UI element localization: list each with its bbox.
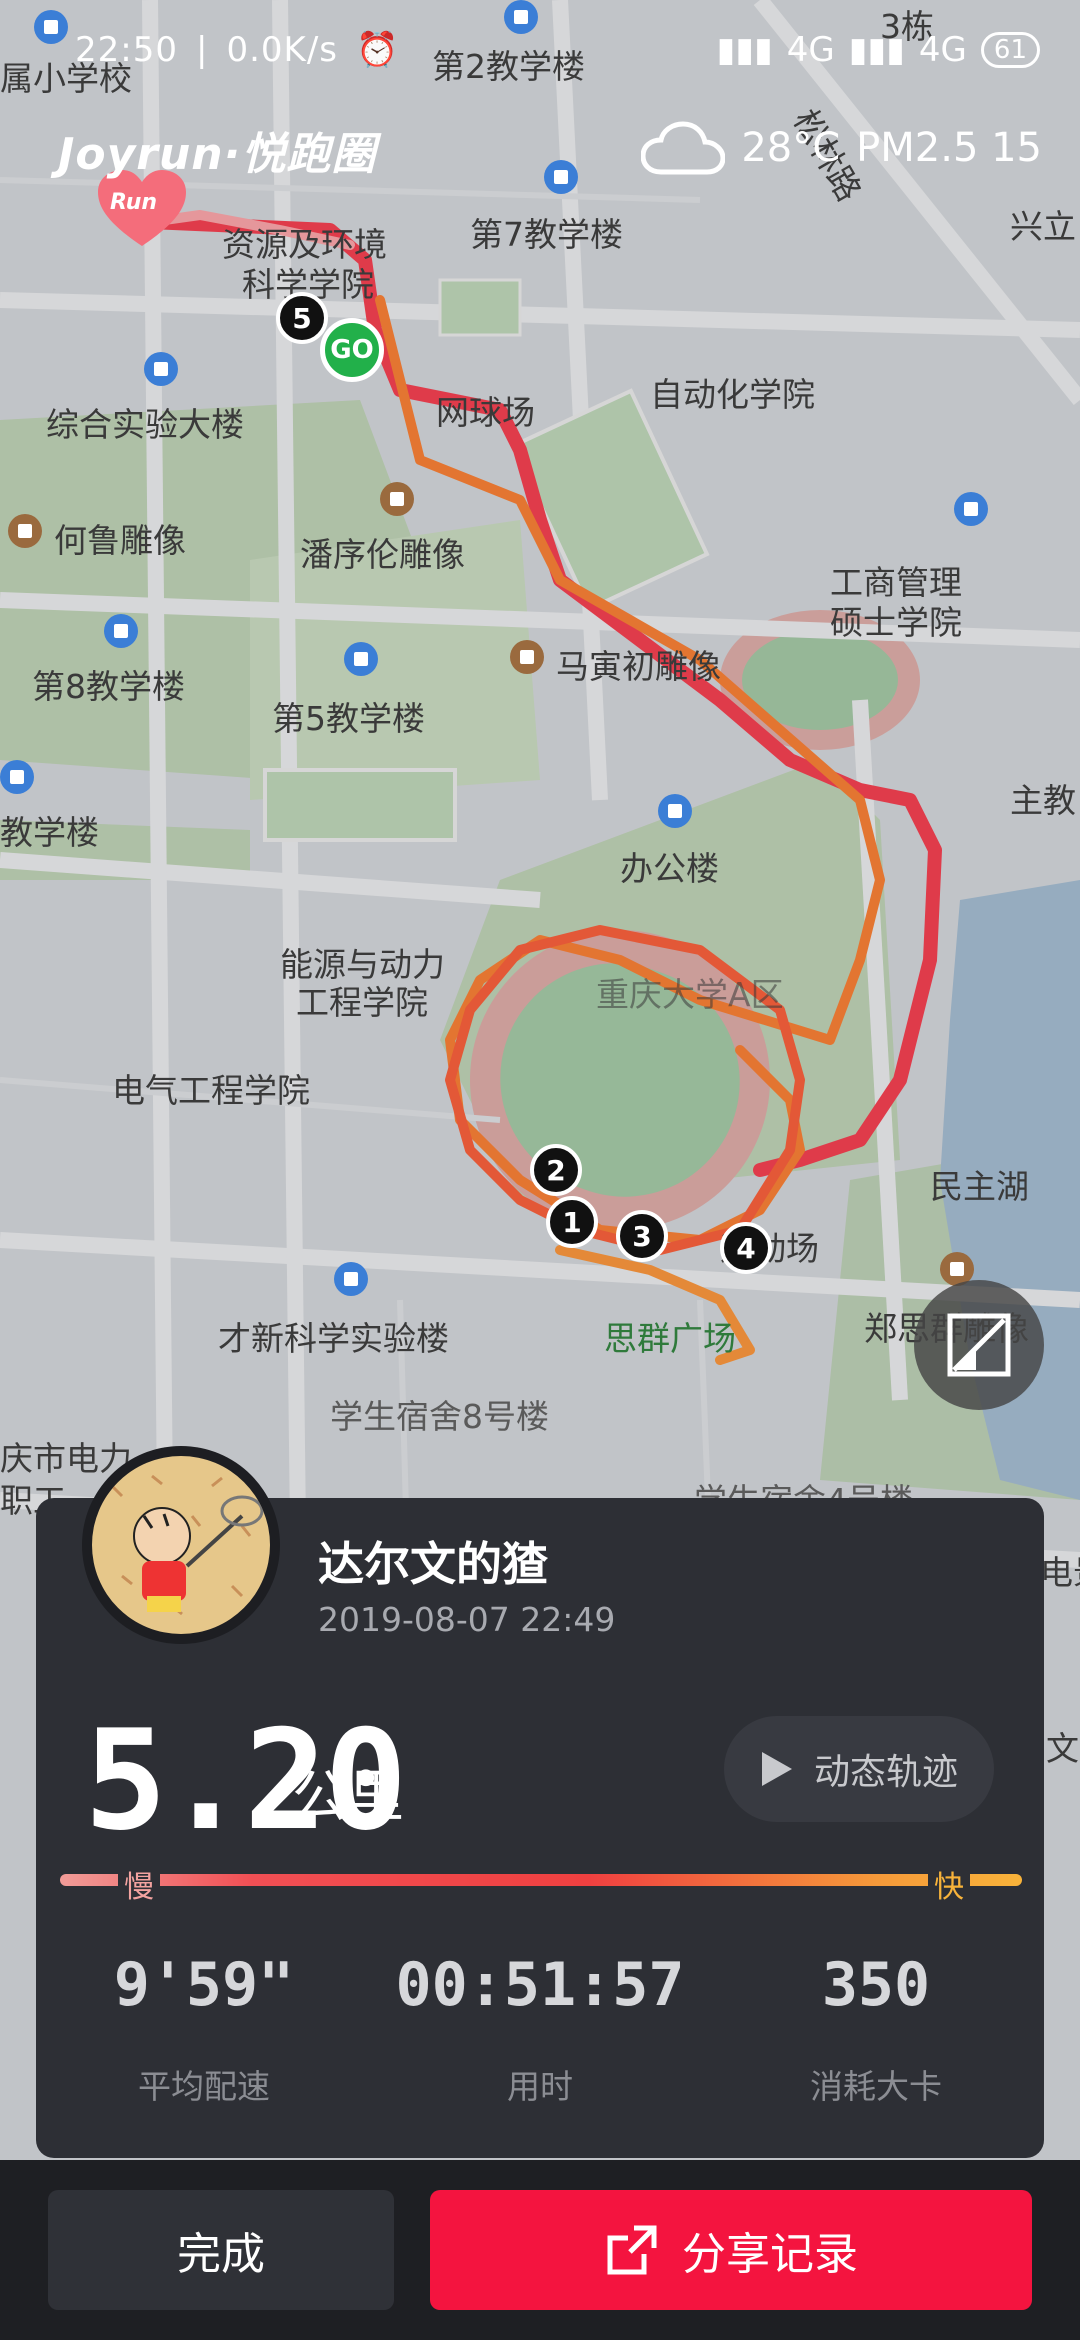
stat-duration: 00:51:57 用时 [390, 1950, 690, 2108]
km-marker[interactable]: 3 [616, 1210, 668, 1262]
avatar-image [92, 1456, 270, 1634]
map-label: 民主湖 [930, 1167, 1029, 1206]
poi-statue-icon [380, 482, 414, 516]
poi-building-icon [104, 614, 138, 648]
map-label: 硕士学院 [830, 603, 962, 642]
network-label: 4G [918, 30, 967, 70]
done-button[interactable]: 完成 [48, 2190, 394, 2310]
duration-value: 00:51:57 [395, 1950, 685, 2020]
km-marker[interactable]: 5 [276, 292, 328, 344]
map-label: 兴立 [1010, 207, 1076, 246]
weather-temp: 28°C [741, 125, 841, 171]
share-record-button[interactable]: 分享记录 [430, 2190, 1032, 2310]
pace-gradient-bar [60, 1874, 1022, 1886]
poi-building-icon [0, 760, 34, 794]
weather-info: 28°C PM2.5 15 [641, 120, 1042, 176]
km-marker[interactable]: 2 [530, 1144, 582, 1196]
map-label: 马寅初雕像 [556, 647, 721, 686]
signal-icon: ▮▮▮ [716, 30, 773, 70]
expand-icon [947, 1313, 1011, 1377]
cloud-icon [641, 121, 726, 175]
pace-label: 平均配速 [138, 2067, 270, 2106]
map-label: 自动化学院 [650, 375, 815, 414]
map-label: 电景 [1040, 1553, 1080, 1592]
calories-label: 消耗大卡 [810, 2067, 942, 2106]
share-icon [607, 2225, 657, 2275]
alarm-icon: ⏰ [356, 30, 400, 70]
map-label: 综合实验大楼 [46, 405, 244, 444]
pace-value: 9'59" [113, 1950, 295, 2020]
poi-building-icon [658, 794, 692, 828]
map-label: 重庆大学A区 [596, 975, 784, 1014]
slow-label: 慢 [118, 1862, 160, 1906]
map-label: 第8教学楼 [32, 667, 185, 706]
map-label: 办公楼 [620, 849, 719, 888]
map-label: 教学楼 [0, 813, 99, 852]
replay-label: 动态轨迹 [813, 1752, 958, 1793]
battery-icon: 61 [980, 32, 1040, 68]
map-label: 电气工程学院 [112, 1071, 310, 1110]
poi-statue-icon [8, 514, 42, 548]
user-name: 达尔文的猹 [318, 1537, 548, 1591]
poi-statue-icon [510, 640, 544, 674]
run-summary-screen: 属小学校 第2教学楼 松林路 兴立 资源及环境 科学学院 第7教学楼 综合实验大… [0, 0, 1080, 2340]
duration-label: 用时 [507, 2067, 573, 2106]
play-icon [761, 1752, 792, 1786]
signal-icon: ▮▮▮ [848, 30, 905, 70]
map-label: 思群广场 [604, 1319, 736, 1358]
map-label: 工程学院 [296, 983, 428, 1022]
stat-calories: 350 消耗大卡 [726, 1950, 1026, 2108]
map-label: 第5教学楼 [272, 699, 425, 738]
calories-value: 350 [821, 1950, 931, 2020]
map-label: 第7教学楼 [470, 215, 623, 254]
map-label: 网球场 [436, 393, 535, 432]
map-label: 学生宿舍8号楼 [330, 1397, 549, 1436]
map-label: 才新科学实验楼 [218, 1319, 449, 1358]
avatar[interactable] [82, 1446, 280, 1644]
poi-building-icon [144, 352, 178, 386]
network-label: 4G [786, 30, 835, 70]
stat-pace: 9'59" 平均配速 [54, 1950, 354, 2108]
fast-label: 快 [928, 1862, 970, 1906]
map-label: 文 [1046, 1729, 1079, 1768]
map-label: 何鲁雕像 [54, 521, 186, 560]
replay-track-button[interactable]: 动态轨迹 [724, 1716, 994, 1822]
km-marker[interactable]: 4 [720, 1222, 772, 1274]
expand-map-button[interactable] [914, 1280, 1044, 1410]
poi-building-icon [544, 160, 578, 194]
weather-pm: PM2.5 15 [856, 125, 1042, 171]
poi-building-icon [954, 492, 988, 526]
heart-run-label: Run [110, 190, 158, 215]
status-net-speed: 0.0K/s [226, 30, 338, 70]
poi-building-icon [334, 1262, 368, 1296]
share-label: 分享记录 [682, 2229, 858, 2280]
start-go-marker[interactable]: GO [320, 318, 384, 382]
status-bar: 22:50 | 0.0K/s ⏰ ▮▮▮ 4G ▮▮▮ 4G 61 [0, 0, 1080, 110]
map-label: 主教 [1010, 781, 1076, 820]
distance-unit: 公里 [292, 1765, 404, 1830]
status-time: 22:50 [75, 30, 178, 70]
km-marker[interactable]: 1 [546, 1196, 598, 1248]
app-logo: Joyrun·悦跑圈 [58, 129, 377, 180]
map-label: 潘序伦雕像 [300, 535, 465, 574]
poi-building-icon [344, 642, 378, 676]
run-datetime: 2019-08-07 22:49 [318, 1600, 616, 1639]
